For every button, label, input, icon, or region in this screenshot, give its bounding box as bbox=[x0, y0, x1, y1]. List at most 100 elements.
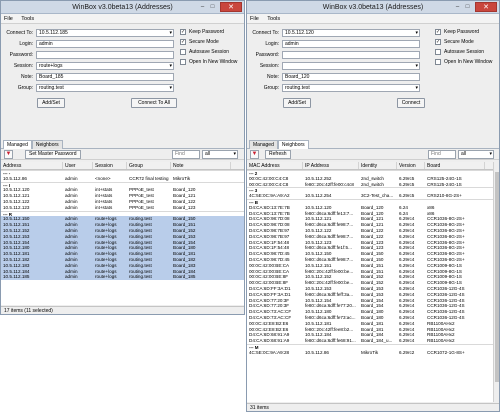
vertical-scrollbar[interactable] bbox=[493, 162, 499, 402]
column-header[interactable]: User bbox=[63, 162, 93, 169]
keep-password-checkbox[interactable]: ✓ Keep Password bbox=[435, 28, 479, 36]
note-input[interactable]: Board_185 bbox=[36, 73, 174, 81]
table-cell: admin bbox=[65, 175, 78, 181]
secure-mode-checkbox[interactable]: ✓ Secure Mode bbox=[435, 38, 474, 46]
table-cell: 2nd_switch bbox=[361, 181, 384, 187]
table-header: MAC Address IP Address Identity Version Boar… bbox=[247, 162, 493, 170]
table-cell: 10.5.112.86 bbox=[3, 175, 27, 181]
minimize-icon[interactable]: – bbox=[199, 4, 206, 11]
winbox-window-right: WinBox v3.0beta13 (Addresses) – □ ✕ File… bbox=[246, 0, 500, 412]
title-bar[interactable]: WinBox v3.0beta13 (Addresses) – □ ✕ bbox=[1, 1, 244, 14]
checkbox-box bbox=[435, 59, 441, 65]
filter-select[interactable]: all bbox=[202, 150, 238, 159]
session-select[interactable]: route+logs bbox=[36, 62, 174, 70]
menu-file[interactable]: File bbox=[250, 16, 259, 22]
keep-password-label: Keep Password bbox=[189, 29, 225, 35]
toolbar: ▼ Set Master Password Find all bbox=[1, 149, 244, 160]
column-header[interactable]: Board bbox=[425, 162, 485, 169]
secure-mode-checkbox[interactable]: ✓ Secure Mode bbox=[180, 38, 219, 46]
table-cell: MikroTik bbox=[361, 349, 379, 355]
minimize-icon[interactable]: – bbox=[454, 4, 461, 11]
maximize-icon[interactable]: □ bbox=[464, 4, 471, 11]
column-header[interactable]: MAC Address bbox=[247, 162, 303, 169]
table-row[interactable]: 10.5.112.123 admin int+stats PPPoE_test Boar… bbox=[1, 205, 244, 211]
close-icon[interactable]: ✕ bbox=[475, 2, 497, 12]
menu-file[interactable]: File bbox=[4, 16, 13, 22]
add-set-button[interactable]: Add/Set bbox=[37, 98, 65, 108]
tab-neighbors[interactable]: Neighbors bbox=[31, 140, 63, 149]
note-input[interactable]: Board_120 bbox=[282, 73, 420, 81]
table-cell: 4C:5E:0C:9A:A9:28 bbox=[249, 349, 290, 355]
autosave-session-checkbox[interactable]: Autosave Session bbox=[435, 48, 484, 56]
menu-tools[interactable]: Tools bbox=[21, 16, 34, 22]
table-cell: Board_184_u... bbox=[361, 338, 393, 344]
autosave-session-checkbox[interactable]: Autosave Session bbox=[180, 48, 229, 56]
group-select[interactable]: routing.test bbox=[36, 84, 174, 92]
column-header[interactable]: Address bbox=[1, 162, 63, 169]
maximize-icon[interactable]: □ bbox=[209, 4, 216, 11]
menu-tools[interactable]: Tools bbox=[267, 16, 280, 22]
table-cell: route+logs bbox=[95, 274, 117, 280]
column-header[interactable]: Identity bbox=[359, 162, 397, 169]
column-header[interactable]: Session bbox=[93, 162, 127, 169]
table-cell: RB1100AHx2 bbox=[427, 338, 455, 344]
close-icon[interactable]: ✕ bbox=[220, 2, 242, 12]
connect-to-input[interactable]: 10.5.112.185 bbox=[36, 29, 174, 37]
table-header: Address User Session Group Note bbox=[1, 162, 244, 170]
session-select[interactable] bbox=[282, 62, 420, 70]
menu-bar: File Tools bbox=[247, 14, 499, 24]
table-cell: Board_123 bbox=[173, 204, 196, 210]
connect-button[interactable]: Connect bbox=[397, 98, 425, 108]
open-new-window-checkbox[interactable]: Open In New Window bbox=[435, 58, 492, 66]
refresh-button[interactable]: Refresh bbox=[265, 150, 291, 159]
window-title: WinBox v3.0beta13 (Addresses) bbox=[322, 4, 424, 11]
table-cell: CRS125-24G-1S bbox=[427, 181, 462, 187]
keep-password-checkbox[interactable]: ✓ Keep Password bbox=[180, 28, 224, 36]
login-label: Login: bbox=[265, 41, 279, 47]
table-cell: routing.test bbox=[129, 274, 152, 280]
table-cell: admin bbox=[65, 204, 78, 210]
column-header[interactable]: IP Address bbox=[303, 162, 359, 169]
add-set-button[interactable]: Add/Set bbox=[283, 98, 311, 108]
column-header[interactable]: Note bbox=[171, 162, 231, 169]
find-input[interactable]: Find bbox=[172, 150, 200, 159]
table-cell: 6.29rc5 bbox=[399, 193, 415, 199]
filter-icon[interactable]: ▼ bbox=[250, 150, 259, 159]
tab-managed[interactable]: Managed bbox=[249, 140, 278, 149]
set-master-password-button[interactable]: Set Master Password bbox=[25, 150, 81, 159]
managed-table: Address User Session Group Note --- -10.5.11… bbox=[1, 162, 244, 305]
checkbox-box: ✓ bbox=[180, 29, 186, 35]
scrollbar-thumb[interactable] bbox=[495, 172, 499, 382]
menu-bar: File Tools bbox=[1, 14, 244, 24]
table-row[interactable]: D4:CA:6D:68:91:A9 fe80::d6ca:6dff:fe68:91… bbox=[247, 338, 493, 344]
tab-managed[interactable]: Managed bbox=[3, 140, 32, 149]
open-new-window-checkbox[interactable]: Open In New Window bbox=[180, 58, 237, 66]
login-input[interactable]: admin bbox=[282, 40, 420, 48]
column-header[interactable]: Group bbox=[127, 162, 171, 169]
tab-neighbors[interactable]: Neighbors bbox=[277, 140, 309, 149]
filter-select[interactable]: all bbox=[458, 150, 494, 159]
open-new-window-label: Open In New Window bbox=[444, 59, 493, 65]
table-cell: 4C:5E:0C:9A:A9:A2 bbox=[249, 193, 290, 199]
table-row[interactable]: 4C:5E:0C:9A:A9:28 10.5.112.86 MikroTik 6.29… bbox=[247, 350, 493, 356]
connect-to-all-button[interactable]: Connect To All bbox=[131, 98, 177, 108]
password-input[interactable] bbox=[36, 51, 174, 59]
table-row[interactable]: 4C:5E:0C:9A:A9:A2 10.5.112.254 3C2-Test_ch… bbox=[247, 193, 493, 199]
session-label: Session: bbox=[259, 63, 279, 69]
checkbox-box bbox=[180, 49, 186, 55]
table-cell: admin bbox=[65, 274, 78, 280]
table-row[interactable]: 10.5.112.185 admin route+logs routing.test B… bbox=[1, 274, 244, 281]
title-bar[interactable]: WinBox v3.0beta13 (Addresses) – □ ✕ bbox=[247, 1, 499, 14]
group-select[interactable]: routing.test bbox=[282, 84, 420, 92]
filter-icon[interactable]: ▼ bbox=[4, 150, 13, 159]
window-title: WinBox v3.0beta13 (Addresses) bbox=[72, 4, 173, 11]
table-cell: 6.29rc5 bbox=[399, 181, 415, 187]
connect-to-input[interactable]: 10.5.112.120 bbox=[282, 29, 420, 37]
password-input[interactable] bbox=[282, 51, 420, 59]
keep-password-label: Keep Password bbox=[444, 29, 480, 35]
column-header[interactable]: Version bbox=[397, 162, 425, 169]
table-row[interactable]: 00:0C:42:00:C4:C8 fe80::20c:42ff:fe00:c4c… bbox=[247, 182, 493, 188]
find-input[interactable]: Find bbox=[428, 150, 456, 159]
table-row[interactable]: 10.5.112.86 admin <none> CCR72 final testin… bbox=[1, 176, 244, 182]
login-input[interactable]: admin bbox=[36, 40, 174, 48]
